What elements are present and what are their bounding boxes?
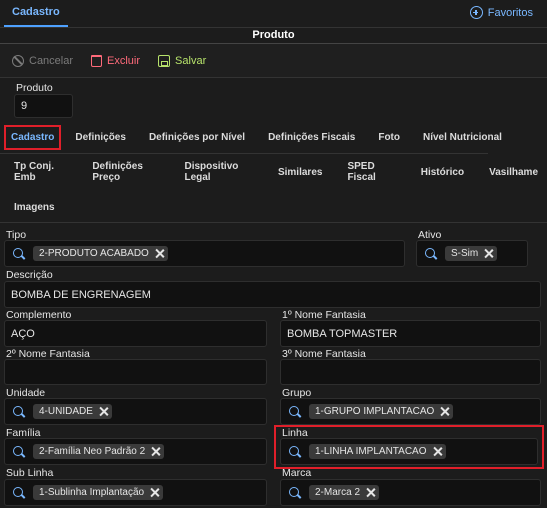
- familia-chip: 2-Família Neo Padrão 2: [33, 444, 165, 459]
- ativo-field[interactable]: S-Sim: [416, 240, 528, 267]
- favorites-label: Favoritos: [487, 6, 533, 19]
- linha-field[interactable]: 1-LINHA IMPLANTACAO: [280, 438, 538, 465]
- search-icon[interactable]: [425, 247, 437, 260]
- search-icon[interactable]: [13, 445, 25, 458]
- grupo-chip: 1-GRUPO IMPLANTACAO: [309, 404, 454, 419]
- close-icon[interactable]: [99, 407, 108, 416]
- tab-definicoes-preco[interactable]: Definições Preço: [76, 161, 168, 183]
- close-icon[interactable]: [150, 488, 159, 497]
- trash-icon: [91, 54, 103, 67]
- nome-fantasia-1-input[interactable]: BOMBA TOPMASTER: [280, 320, 541, 347]
- delete-button[interactable]: Excluir: [91, 54, 141, 67]
- tab-cadastro-top[interactable]: Cadastro: [4, 0, 68, 27]
- produto-input[interactable]: 9: [14, 94, 73, 118]
- tab-definicoes-por-nivel[interactable]: Definições por Nível: [135, 132, 254, 143]
- marca-chip: 2-Marca 2: [309, 485, 380, 500]
- favorites-button[interactable]: Favoritos: [469, 6, 533, 19]
- search-icon[interactable]: [289, 486, 301, 499]
- tab-tp-conj-emb[interactable]: Tp Conj. Emb: [5, 161, 76, 183]
- tipo-chip: 2-PRODUTO ACABADO: [33, 246, 168, 261]
- cancel-label: Cancelar: [29, 54, 74, 67]
- tab-foto[interactable]: Foto: [364, 132, 409, 143]
- close-icon[interactable]: [155, 249, 164, 258]
- tab-dispositivo-legal[interactable]: Dispositivo Legal: [168, 161, 262, 183]
- tab-definicoes[interactable]: Definições: [61, 132, 135, 143]
- sub-linha-field[interactable]: 1-Sublinha Implantação: [4, 479, 267, 506]
- search-icon[interactable]: [289, 445, 301, 458]
- marca-field[interactable]: 2-Marca 2: [280, 479, 541, 506]
- cancel-button[interactable]: Cancelar: [12, 54, 74, 67]
- close-icon[interactable]: [484, 249, 493, 258]
- toolbar: Cancelar Excluir Salvar: [0, 44, 547, 78]
- marca-label: Marca: [282, 467, 312, 479]
- descricao-input[interactable]: BOMBA DE ENGRENAGEM: [4, 281, 541, 308]
- page-title: Produto: [0, 28, 547, 44]
- tipo-field[interactable]: 2-PRODUTO ACABADO: [4, 240, 405, 267]
- tab-definicoes-fiscais[interactable]: Definições Fiscais: [254, 132, 364, 143]
- search-icon[interactable]: [289, 405, 301, 418]
- close-icon[interactable]: [433, 447, 442, 456]
- save-label: Salvar: [175, 54, 207, 67]
- top-bar: Cadastro Favoritos: [0, 0, 547, 28]
- nome-fantasia-2-input[interactable]: [4, 359, 267, 385]
- save-button[interactable]: Salvar: [158, 54, 207, 67]
- close-icon[interactable]: [151, 447, 160, 456]
- nome-fantasia-3-input[interactable]: [280, 359, 541, 385]
- tabs-row-2: Tp Conj. Emb Definições Preço Dispositiv…: [5, 161, 547, 183]
- tabs-row-1: Cadastro Definições Definições por Nível…: [4, 123, 511, 151]
- tab-imagens[interactable]: Imagens: [5, 202, 64, 213]
- save-icon: [158, 54, 171, 67]
- search-icon[interactable]: [13, 486, 25, 499]
- tabs-divider: [0, 153, 488, 154]
- search-icon[interactable]: [13, 405, 25, 418]
- sub-linha-label: Sub Linha: [6, 467, 54, 479]
- tab-similares[interactable]: Similares: [262, 167, 331, 178]
- delete-label: Excluir: [107, 54, 141, 67]
- tab-cadastro[interactable]: Cadastro: [4, 124, 62, 150]
- close-icon[interactable]: [440, 407, 449, 416]
- tab-sped-fiscal[interactable]: SPED Fiscal: [331, 161, 404, 183]
- search-icon[interactable]: [13, 247, 25, 260]
- produto-label: Produto: [16, 82, 53, 94]
- tabs-row-3: Imagens: [5, 199, 64, 215]
- unidade-field[interactable]: 4-UNIDADE: [4, 398, 267, 425]
- tab-vasilhame[interactable]: Vasilhame: [473, 167, 547, 178]
- cancel-icon: [12, 54, 24, 67]
- complemento-input[interactable]: AÇO: [4, 320, 267, 347]
- close-icon[interactable]: [366, 488, 375, 497]
- tabs-divider-2: [0, 222, 547, 223]
- familia-field[interactable]: 2-Família Neo Padrão 2: [4, 438, 267, 465]
- tab-nivel-nutricional[interactable]: Nível Nutricional: [409, 132, 511, 143]
- add-circle-icon: [469, 6, 483, 19]
- grupo-field[interactable]: 1-GRUPO IMPLANTACAO: [280, 398, 541, 425]
- unidade-chip: 4-UNIDADE: [33, 404, 112, 419]
- sub-linha-chip: 1-Sublinha Implantação: [33, 485, 164, 500]
- linha-chip: 1-LINHA IMPLANTACAO: [309, 444, 446, 459]
- tab-historico[interactable]: Histórico: [405, 167, 473, 178]
- ativo-chip: S-Sim: [445, 246, 498, 261]
- descricao-label: Descrição: [6, 269, 53, 281]
